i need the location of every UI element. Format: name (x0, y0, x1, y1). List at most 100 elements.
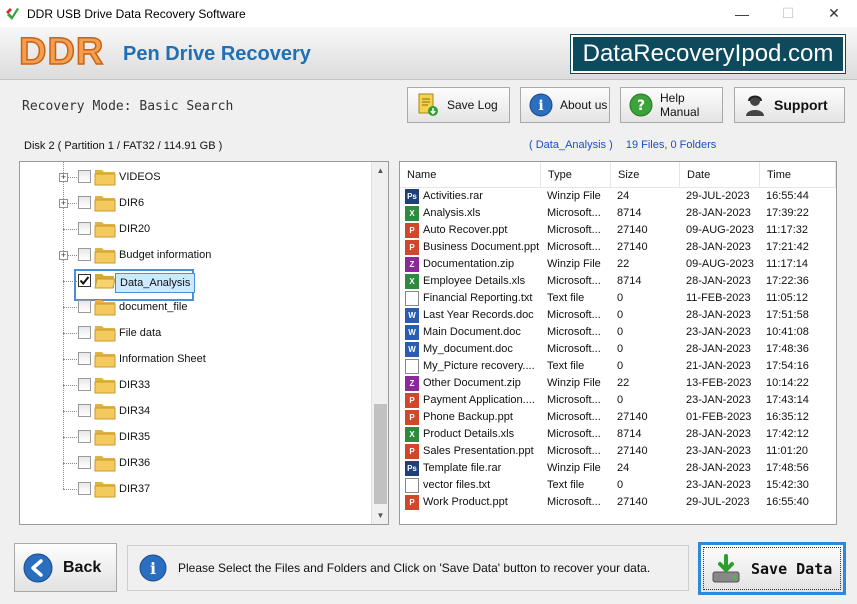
tree-item[interactable]: Information Sheet (20, 346, 370, 372)
column-header[interactable]: Date (680, 162, 760, 188)
table-row[interactable]: Employee Details.xls Microsoft... 8714 28-J… (400, 273, 836, 290)
tree-item-label: Budget information (119, 249, 212, 261)
table-row[interactable]: Financial Reporting.txt Text file 0 11-FEB-… (400, 290, 836, 307)
scroll-down-arrow-icon[interactable]: ▼ (372, 507, 388, 524)
folder-icon (94, 298, 116, 316)
tree-item[interactable]: DIR35 (20, 424, 370, 450)
cell-date: 23-JAN-2023 (686, 394, 751, 406)
save-data-button[interactable]: Save Data (698, 542, 846, 595)
cell-time: 10:14:22 (766, 377, 809, 389)
cell-name: Business Document.ppt (423, 241, 540, 253)
cell-name: Auto Recover.ppt (423, 224, 508, 236)
column-header[interactable]: Name (400, 162, 541, 188)
table-row[interactable]: Other Document.zip Winzip File 22 13-FEB-20… (400, 375, 836, 392)
tree-item[interactable]: + DIR6 (20, 190, 370, 216)
tree-item-checkbox[interactable] (78, 300, 91, 313)
cell-size: 22 (617, 377, 630, 389)
table-row[interactable]: Phone Backup.ppt Microsoft... 27140 01-FEB-… (400, 409, 836, 426)
save-log-button[interactable]: Save Log (407, 87, 510, 123)
tree-item-checkbox[interactable] (78, 378, 91, 391)
table-row[interactable]: Sales Presentation.ppt Microsoft... 27140 2… (400, 443, 836, 460)
cell-time: 17:39:22 (766, 207, 809, 219)
powerpoint-file-icon: P (405, 223, 419, 238)
expand-plus-icon[interactable]: + (59, 199, 68, 208)
cell-date: 28-JAN-2023 (686, 428, 751, 440)
tree-item-checkbox[interactable] (78, 456, 91, 469)
tree-item[interactable]: DIR20 (20, 216, 370, 242)
cell-type: Microsoft... (547, 224, 601, 236)
table-row[interactable]: vector files.txt Text file 0 23-JAN-2023 15:… (400, 477, 836, 494)
cell-time: 11:17:14 (766, 258, 809, 270)
table-row[interactable]: My_document.doc Microsoft... 0 28-JAN-2023 1… (400, 341, 836, 358)
back-arrow-icon (23, 553, 53, 582)
help-manual-label: Help Manual (660, 91, 700, 119)
back-label: Back (63, 558, 102, 576)
support-label: Support (774, 97, 828, 113)
tree-item[interactable]: Data_Analysis (20, 268, 370, 301)
column-header[interactable]: Time (760, 162, 836, 188)
column-header[interactable]: Size (611, 162, 680, 188)
tree-item-checkbox[interactable] (78, 404, 91, 417)
cell-size: 8714 (617, 428, 642, 440)
ddr-logo: DDR (18, 30, 105, 74)
table-row[interactable]: Business Document.ppt Microsoft... 27140 28… (400, 239, 836, 256)
tree-item[interactable]: DIR33 (20, 372, 370, 398)
table-row[interactable]: Documentation.zip Winzip File 22 09-AUG-202… (400, 256, 836, 273)
back-button[interactable]: Back (14, 543, 117, 592)
table-row[interactable]: Last Year Records.doc Microsoft... 0 28-JAN… (400, 307, 836, 324)
cell-type: Microsoft... (547, 394, 601, 406)
tree-item-checkbox[interactable] (78, 430, 91, 443)
recovery-mode-label: Recovery Mode: Basic Search (22, 99, 234, 114)
tree-item-checkbox[interactable] (78, 196, 91, 209)
table-row[interactable]: Analysis.xls Microsoft... 8714 28-JAN-2023 1… (400, 205, 836, 222)
tree-scrollbar[interactable]: ▲ ▼ (371, 162, 388, 524)
cell-size: 22 (617, 258, 630, 270)
cell-date: 09-AUG-2023 (686, 224, 754, 236)
cell-time: 16:35:12 (766, 411, 809, 423)
table-row[interactable]: Auto Recover.ppt Microsoft... 27140 09-AUG-… (400, 222, 836, 239)
folder-tree[interactable]: + VIDEOS + DIR6 DIR20 + Budget information Data… (19, 161, 389, 525)
tree-item[interactable]: DIR36 (20, 450, 370, 476)
text-file-icon (405, 359, 419, 374)
help-manual-button[interactable]: ? Help Manual (620, 87, 723, 123)
tree-item[interactable]: File data (20, 320, 370, 346)
table-row[interactable]: Template file.rar Winzip File 24 28-JAN-202… (400, 460, 836, 477)
tree-item[interactable]: DIR37 (20, 476, 370, 502)
folder-icon (94, 480, 116, 498)
scroll-thumb[interactable] (374, 404, 387, 504)
tree-item-checkbox[interactable] (78, 222, 91, 235)
cell-time: 10:41:08 (766, 326, 809, 338)
tree-item-checkbox[interactable] (78, 170, 91, 183)
table-row[interactable]: Work Product.ppt Microsoft... 27140 29-JUL-… (400, 494, 836, 511)
folder-icon (94, 376, 116, 394)
table-row[interactable]: Product Details.xls Microsoft... 8714 28-JA… (400, 426, 836, 443)
column-header[interactable]: Type (541, 162, 611, 188)
cell-size: 24 (617, 462, 630, 474)
table-row[interactable]: My_Picture recovery.... Text file 0 21-JAN-… (400, 358, 836, 375)
expand-plus-icon[interactable]: + (59, 251, 68, 260)
maximize-button[interactable]: ☐ (765, 0, 811, 27)
table-row[interactable]: Main Document.doc Microsoft... 0 23-JAN-202… (400, 324, 836, 341)
cell-time: 17:54:16 (766, 360, 809, 372)
expand-plus-icon[interactable]: + (59, 173, 68, 182)
tree-item[interactable]: + VIDEOS (20, 164, 370, 190)
about-us-button[interactable]: i About us (520, 87, 610, 123)
close-button[interactable]: ✕ (811, 0, 857, 27)
table-row[interactable]: Payment Application.... Microsoft... 0 23-J… (400, 392, 836, 409)
tree-item-checkbox[interactable] (78, 248, 91, 261)
app-icon (6, 7, 19, 20)
support-button[interactable]: Support (734, 87, 845, 123)
tree-item-checkbox[interactable] (78, 482, 91, 495)
table-row[interactable]: Activities.rar Winzip File 24 29-JUL-2023 16… (400, 188, 836, 205)
scroll-up-arrow-icon[interactable]: ▲ (372, 162, 388, 179)
tree-item[interactable]: DIR34 (20, 398, 370, 424)
tree-item[interactable]: + Budget information (20, 242, 370, 268)
minimize-button[interactable]: — (719, 0, 765, 27)
tree-item[interactable]: document_file (20, 294, 370, 320)
tree-item-checkbox[interactable] (78, 352, 91, 365)
cell-name: My_Picture recovery.... (423, 360, 535, 372)
tree-item-checkbox[interactable] (78, 326, 91, 339)
cell-name: Other Document.zip (423, 377, 521, 389)
file-list[interactable]: Name Type Size Date Time Activities.rar Winzi… (399, 161, 837, 525)
cell-type: Microsoft... (547, 241, 601, 253)
